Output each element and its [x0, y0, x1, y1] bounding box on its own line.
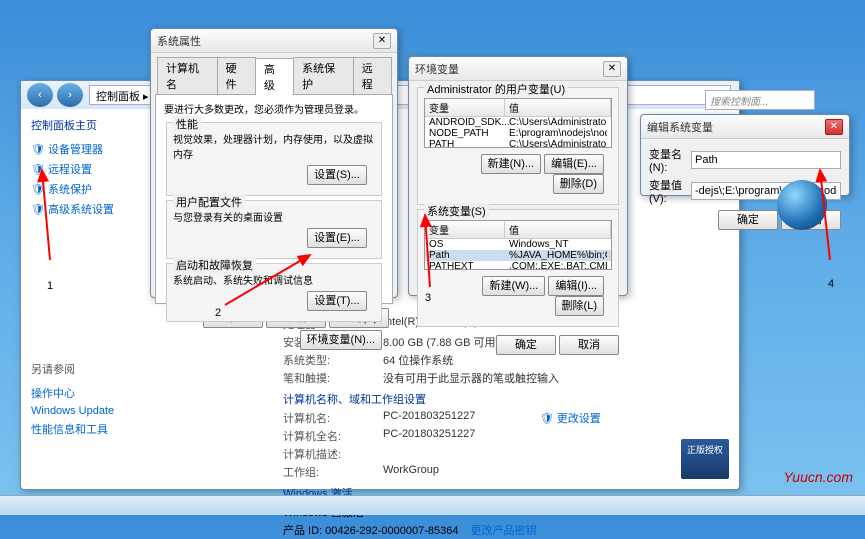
user-edit-button[interactable]: 编辑(E)...	[544, 154, 604, 174]
genuine-badge: 正版授权	[681, 439, 729, 479]
var-name-input[interactable]	[691, 151, 841, 169]
edit-var-dialog: 编辑系统变量✕ 变量名(N): 变量值(V): 确定 取消	[640, 114, 850, 196]
close-icon[interactable]: ✕	[603, 61, 621, 77]
profiles-settings-button[interactable]: 设置(E)...	[307, 228, 367, 248]
nav-fwd[interactable]: ›	[57, 83, 83, 107]
close-icon[interactable]: ✕	[825, 119, 843, 135]
sidebar-item-sysprotect[interactable]: 🛡 系统保护	[31, 179, 131, 199]
change-key-link[interactable]: 更改产品密钥	[471, 522, 537, 538]
tab-advanced[interactable]: 高级	[255, 58, 294, 95]
startup-settings-button[interactable]: 设置(T)...	[307, 291, 367, 311]
tabs: 计算机名 硬件 高级 系统保护 远程	[151, 53, 397, 94]
change-settings-link[interactable]: 🛡 更改设置	[540, 410, 601, 426]
env-ok-button[interactable]: 确定	[496, 335, 556, 355]
annotation-2: 2	[215, 307, 221, 319]
sys-del-button[interactable]: 删除(L)	[555, 296, 604, 316]
system-properties-dialog: 系统属性✕ 计算机名 硬件 高级 系统保护 远程 要进行大多数更改，您必须作为管…	[150, 28, 398, 298]
annotation-4: 4	[828, 278, 834, 290]
user-new-button[interactable]: 新建(N)...	[481, 154, 541, 174]
sidebar-item-devmgr[interactable]: 🛡 设备管理器	[31, 139, 131, 159]
sys-vars-list[interactable]: 变量值 OSWindows_NT Path%JAVA_HOME%\bin;C:\…	[424, 220, 612, 270]
link-actioncenter[interactable]: 操作中心	[31, 383, 131, 403]
search-input[interactable]: 搜索控制面...	[705, 90, 815, 110]
see-also-title: 另请参阅	[31, 359, 131, 379]
watermark: Yuucn.com	[783, 469, 853, 485]
control-panel-sidebar: 控制面板主页 🛡 设备管理器 🛡 远程设置 🛡 系统保护 🛡 高级系统设置 另请…	[21, 109, 141, 489]
close-icon[interactable]: ✕	[373, 33, 391, 49]
user-vars-list[interactable]: 变量值 ANDROID_SDK...C:\Users\Administrator…	[424, 98, 612, 148]
tab-sysprotect[interactable]: 系统保护	[293, 57, 354, 94]
link-perfinfo[interactable]: 性能信息和工具	[31, 419, 131, 439]
sys-edit-button[interactable]: 编辑(I)...	[548, 276, 604, 296]
taskbar[interactable]	[0, 495, 865, 515]
tab-remote[interactable]: 远程	[353, 57, 392, 94]
windows-orb-icon	[777, 180, 827, 230]
tab-computer-name[interactable]: 计算机名	[157, 57, 218, 94]
perf-settings-button[interactable]: 设置(S)...	[307, 165, 367, 185]
sidebar-item-advanced[interactable]: 🛡 高级系统设置	[31, 199, 131, 219]
env-vars-button[interactable]: 环境变量(N)...	[300, 330, 382, 350]
nav-back[interactable]: ‹	[27, 83, 53, 107]
tab-hardware[interactable]: 硬件	[217, 57, 256, 94]
sidebar-title: 控制面板主页	[31, 115, 131, 135]
sidebar-item-remote[interactable]: 🛡 远程设置	[31, 159, 131, 179]
annotation-3: 3	[425, 292, 431, 304]
env-cancel-button[interactable]: 取消	[559, 335, 619, 355]
link-winupdate[interactable]: Windows Update	[31, 403, 131, 419]
env-vars-dialog: 环境变量✕ Administrator 的用户变量(U) 变量值 ANDROID…	[408, 56, 628, 296]
edit-ok-button[interactable]: 确定	[718, 210, 778, 230]
user-del-button[interactable]: 删除(D)	[553, 174, 604, 194]
annotation-1: 1	[47, 280, 53, 292]
sys-new-button[interactable]: 新建(W)...	[482, 276, 545, 296]
